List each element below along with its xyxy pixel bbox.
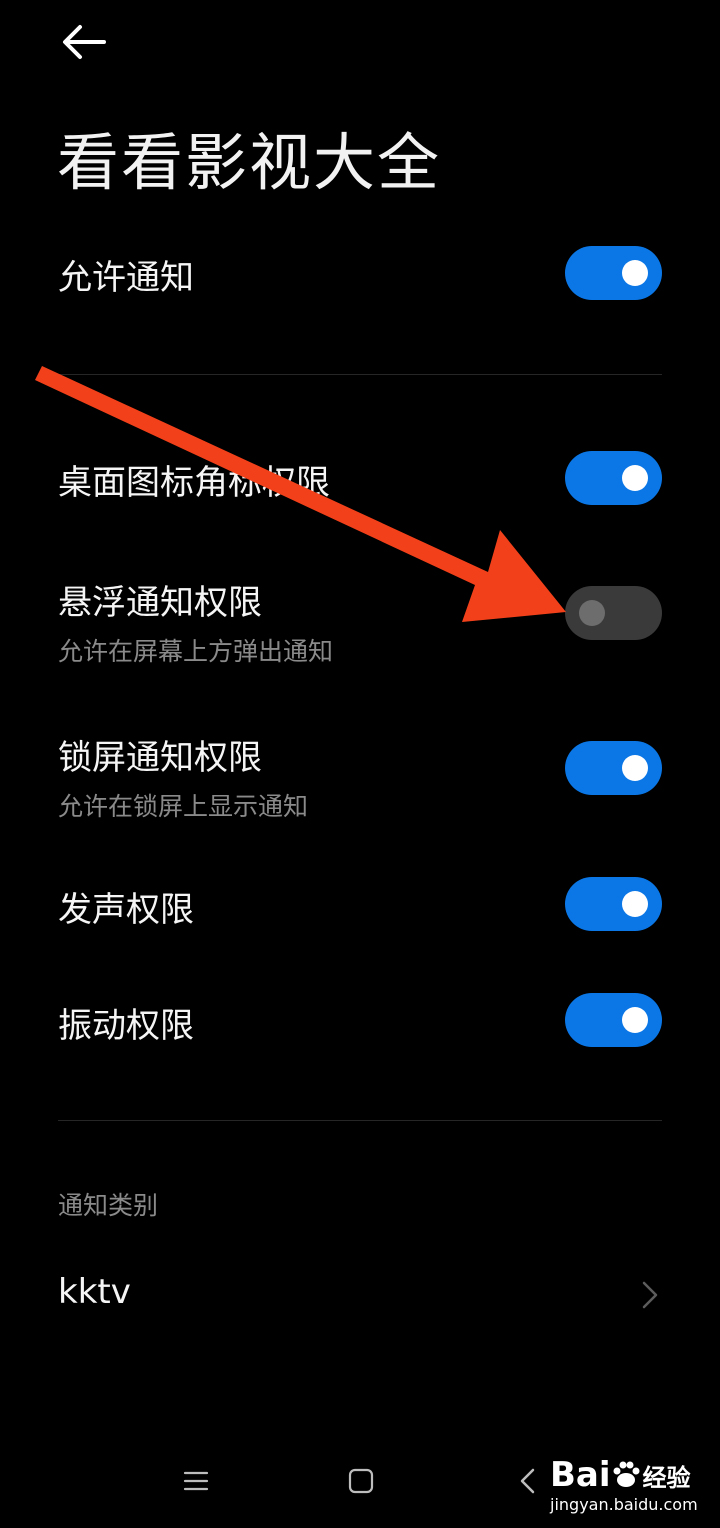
toggle-knob bbox=[579, 600, 605, 626]
back-chevron-icon bbox=[520, 1468, 535, 1494]
toggle-knob bbox=[622, 891, 648, 917]
watermark-brand: Bai bbox=[550, 1455, 611, 1495]
watermark: Bai 经验 jingyan.baidu.com bbox=[550, 1455, 698, 1514]
paw-icon bbox=[613, 1461, 640, 1487]
watermark-suffix: 经验 bbox=[642, 1463, 691, 1492]
setting-description: 允许在锁屏上显示通知 bbox=[58, 792, 309, 821]
divider bbox=[58, 374, 662, 375]
category-label: kktv bbox=[58, 1272, 131, 1312]
back-nav-button[interactable] bbox=[518, 1467, 536, 1499]
watermark-url: jingyan.baidu.com bbox=[550, 1495, 698, 1514]
setting-description: 允许在屏幕上方弹出通知 bbox=[58, 637, 334, 666]
toggle-knob bbox=[622, 1007, 648, 1033]
back-button[interactable] bbox=[60, 22, 108, 62]
section-header-categories: 通知类别 bbox=[58, 1191, 159, 1220]
toggle-allow-notifications[interactable] bbox=[565, 246, 662, 300]
toggle-sound-permission[interactable] bbox=[565, 877, 662, 931]
toggle-vibrate-permission[interactable] bbox=[565, 993, 662, 1047]
home-button[interactable] bbox=[348, 1468, 374, 1498]
toggle-knob bbox=[622, 260, 648, 286]
toggle-knob bbox=[622, 755, 648, 781]
toggle-floating-notification[interactable] bbox=[565, 586, 662, 640]
toggle-lockscreen-notification[interactable] bbox=[565, 741, 662, 795]
back-arrow-icon bbox=[63, 25, 106, 59]
category-item-kktv[interactable]: kktv bbox=[58, 1272, 662, 1312]
home-icon bbox=[348, 1468, 374, 1494]
menu-icon bbox=[183, 1471, 209, 1491]
page-title: 看看影视大全 bbox=[57, 126, 442, 199]
menu-button[interactable] bbox=[183, 1470, 209, 1496]
divider bbox=[58, 1120, 662, 1121]
toggle-knob bbox=[622, 465, 648, 491]
toggle-badge-permission[interactable] bbox=[565, 451, 662, 505]
chevron-right-icon bbox=[640, 1280, 660, 1310]
